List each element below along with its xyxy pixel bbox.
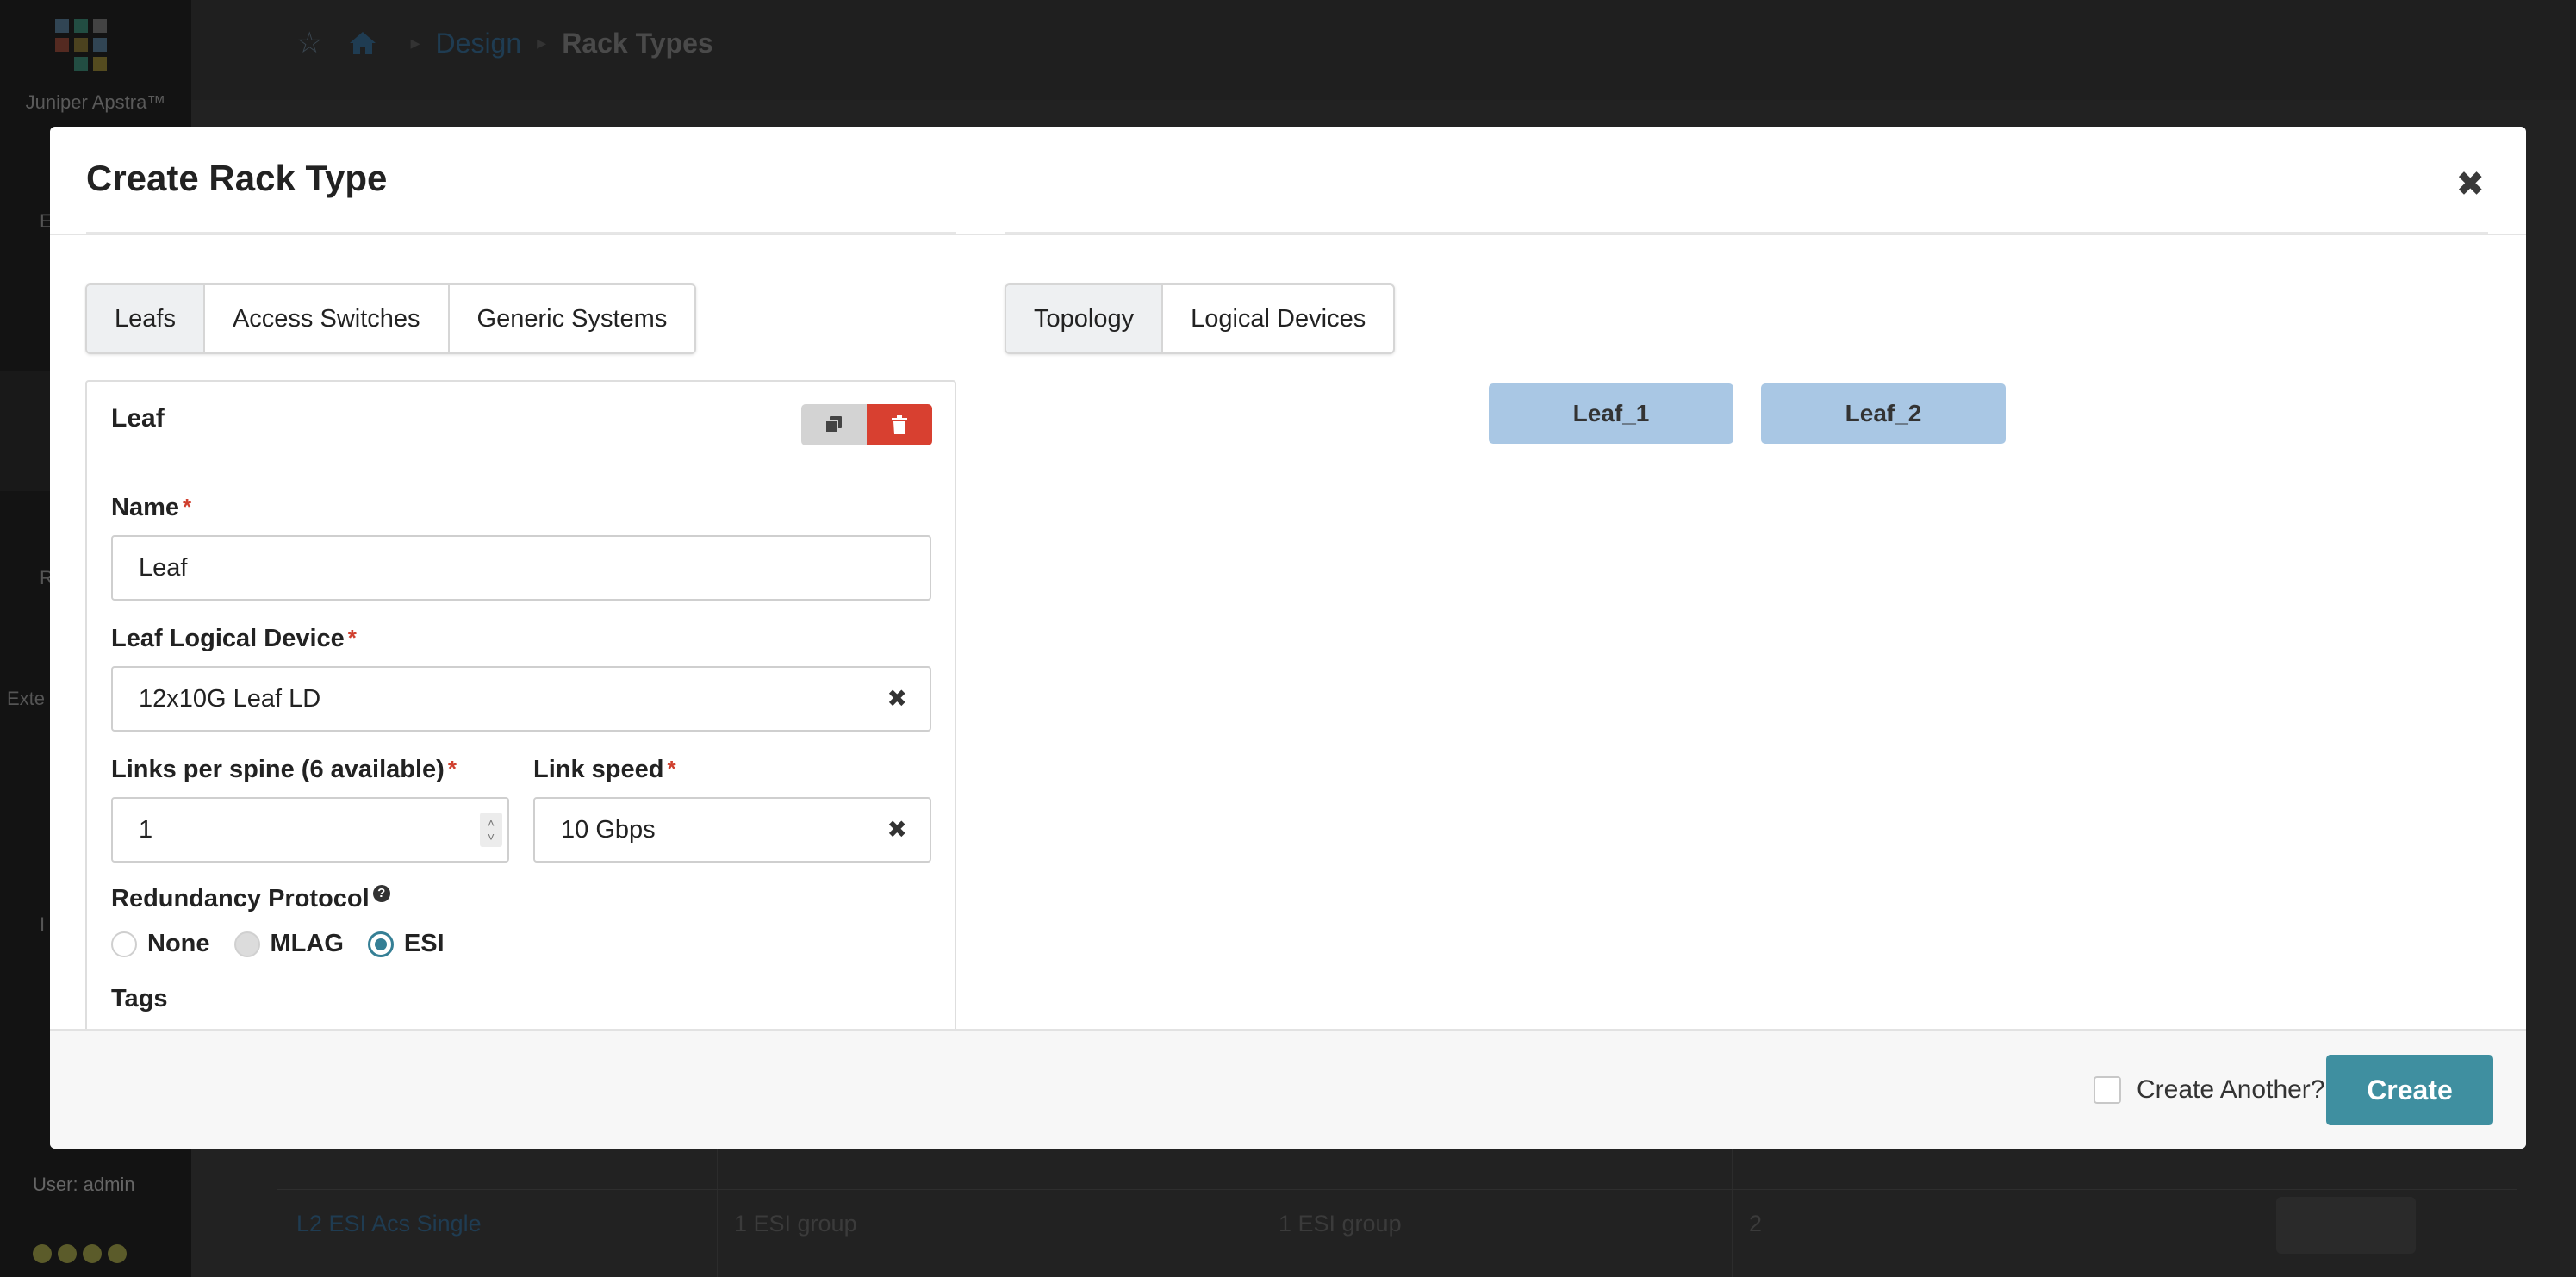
radio-option-esi[interactable]: ESI	[367, 930, 445, 958]
breadcrumb-separator: ▸	[537, 32, 547, 53]
tab-leafs[interactable]: Leafs	[87, 285, 205, 352]
breadcrumb-current: Rack Types	[562, 27, 713, 59]
leaf-logical-device-label: Leaf Logical Device *	[111, 625, 357, 652]
preview-tabs: Topology Logical Devices	[1005, 283, 1396, 354]
topology-node-leaf-1[interactable]: Leaf_1	[1489, 383, 1733, 444]
clear-icon[interactable]: ✖	[887, 799, 907, 861]
links-per-spine-label: Links per spine (6 available) *	[111, 756, 457, 783]
topology-node-leaf-2[interactable]: Leaf_2	[1761, 383, 2006, 444]
links-per-spine-stepper[interactable]: 1 ˄ ˅	[111, 797, 509, 863]
breadcrumb-design-link[interactable]: Design	[436, 28, 522, 59]
sidebar-item-fragment[interactable]: Exte	[7, 688, 45, 710]
create-another-toggle[interactable]: Create Another?	[2094, 1075, 2324, 1105]
table-cell: 1 ESI group	[1279, 1211, 1402, 1237]
tab-topology[interactable]: Topology	[1006, 285, 1164, 352]
radio-option-none[interactable]: None	[111, 930, 210, 958]
delete-leaf-button[interactable]	[867, 404, 932, 445]
modal-footer: Create Another? Create	[50, 1029, 2526, 1149]
star-icon[interactable]: ☆	[296, 26, 322, 60]
home-icon[interactable]	[348, 30, 377, 56]
tab-logical-devices[interactable]: Logical Devices	[1163, 285, 1393, 352]
current-user[interactable]: User: admin	[33, 1174, 135, 1196]
create-another-checkbox[interactable]	[2094, 1076, 2121, 1104]
leaf-panel-title: Leaf	[111, 404, 165, 433]
link-speed-label: Link speed *	[533, 756, 676, 783]
breadcrumb-separator: ▸	[410, 32, 420, 53]
create-another-label: Create Another?	[2137, 1075, 2325, 1104]
create-button[interactable]: Create	[2326, 1055, 2493, 1125]
tab-generic-systems[interactable]: Generic Systems	[450, 285, 695, 352]
name-label: Name *	[111, 494, 192, 521]
radio-label: ESI	[403, 930, 445, 957]
tags-label: Tags	[111, 985, 168, 1012]
trash-icon	[892, 415, 907, 434]
redundancy-protocol-label: Redundancy Protocol?	[111, 885, 390, 913]
apstra-logo-icon	[55, 19, 117, 74]
leaf-logical-device-value: 12x10G Leaf LD	[139, 685, 321, 713]
clone-leaf-button[interactable]	[801, 404, 867, 445]
section-divider	[1005, 232, 2488, 234]
radio-label: MLAG	[270, 930, 344, 957]
link-speed-select[interactable]: 10 Gbps ✖	[533, 797, 931, 863]
help-icon[interactable]: ?	[372, 885, 390, 902]
rack-type-link[interactable]: L2 ESI Acs Single	[296, 1211, 482, 1237]
radio-option-mlag[interactable]: MLAG	[233, 930, 344, 958]
breadcrumb: ☆ ▸ Design ▸ Rack Types	[296, 26, 713, 60]
table-cell: 1 ESI group	[734, 1211, 857, 1237]
status-dots	[33, 1244, 133, 1268]
leaf-panel-actions	[801, 404, 932, 445]
radio-button[interactable]	[233, 931, 260, 957]
link-speed-value: 10 Gbps	[561, 816, 656, 844]
name-field[interactable]: Leaf	[111, 535, 931, 601]
radio-label: None	[147, 930, 210, 957]
tab-access-switches[interactable]: Access Switches	[205, 285, 450, 352]
modal-title: Create Rack Type	[86, 158, 388, 198]
brand-name: Juniper Apstra™	[25, 91, 166, 113]
leaf-logical-device-select[interactable]: 12x10G Leaf LD ✖	[111, 666, 931, 732]
name-input-value: Leaf	[139, 554, 188, 582]
row-actions[interactable]	[2276, 1197, 2416, 1254]
section-divider	[86, 232, 956, 234]
redundancy-protocol-group: None MLAG ESI	[111, 930, 469, 958]
leaf-section-tabs: Leafs Access Switches Generic Systems	[85, 283, 697, 354]
stepper-arrows-icon[interactable]: ˄ ˅	[480, 813, 502, 847]
radio-button[interactable]	[367, 931, 394, 957]
radio-button[interactable]	[111, 931, 137, 957]
create-rack-type-modal: Create Rack Type ✖ Leafs Access Switches…	[50, 127, 2526, 1149]
links-per-spine-value: 1	[139, 816, 153, 844]
table-cell: 2	[1749, 1211, 1763, 1237]
sidebar-item-fragment[interactable]: I	[40, 913, 45, 936]
clear-icon[interactable]: ✖	[887, 668, 907, 730]
table-row: L2 ESI Acs Single 1 ESI group 1 ESI grou…	[277, 1189, 2517, 1277]
close-icon[interactable]: ✖	[2455, 165, 2485, 204]
copy-icon	[824, 416, 842, 433]
